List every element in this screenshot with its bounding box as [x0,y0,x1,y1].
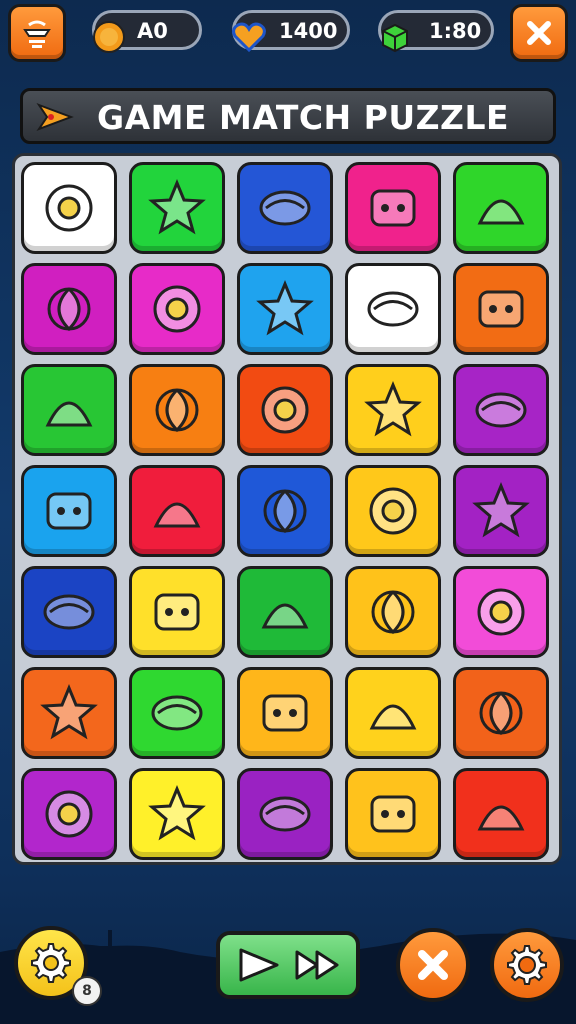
restart-button[interactable] [490,928,564,1002]
lipstick-icon [262,694,308,732]
ship-menu-icon [23,20,51,48]
tile-r1-c3[interactable] [237,162,333,254]
tile-r2-c3[interactable] [237,263,333,355]
cloud-blob-icon [47,287,91,332]
pink-pretzel-icon [472,482,530,538]
spiky-ball-icon [155,388,199,433]
blue-bird-icon [45,790,93,838]
play-icon [239,948,279,982]
tile-r6-c4[interactable] [345,667,441,759]
close-top-button[interactable] [510,4,568,62]
dice-face-icon [477,588,525,636]
tile-r5-c4[interactable] [345,566,441,658]
cookie-lollipop-icon [261,603,309,629]
tile-r2-c1[interactable] [21,263,117,355]
tile-r7-c2[interactable] [129,768,225,860]
puzzle-board [12,153,562,865]
crossed-sticks-icon [367,291,419,327]
red-box-icon [40,684,98,740]
close-x-icon [418,950,448,980]
gems-value: 1:80 [429,19,482,43]
tile-r5-c5[interactable] [453,566,549,658]
tile-r5-c2[interactable] [129,566,225,658]
settings-badge: 8 [72,976,102,1006]
flowers-icon [45,184,93,232]
tile-r1-c2[interactable] [129,162,225,254]
cube-icon [382,23,408,53]
arrow-flag-icon [36,102,74,132]
swirl-bubble-icon [45,401,93,427]
tile-r6-c5[interactable] [453,667,549,759]
green-c-icon [151,695,203,731]
tile-r2-c5[interactable] [453,263,549,355]
ring-fruit-icon [153,285,201,333]
title-bar: GAME MATCH PUZZLE [20,88,556,144]
coins-value: A0 [137,19,168,43]
restart-gear-icon [507,945,547,985]
fast-forward-icon [295,950,339,980]
blue-fruit-icon [153,502,201,528]
game-title: GAME MATCH PUZZLE [97,98,510,137]
tile-r2-c4[interactable] [345,263,441,355]
tile-r4-c2[interactable] [129,465,225,557]
star-face-icon [148,179,206,235]
tile-r6-c3[interactable] [237,667,333,759]
sunflower-icon [46,492,92,530]
tile-r7-c5[interactable] [453,768,549,860]
pink-hook-icon [263,489,307,534]
play-next-button[interactable] [216,931,360,999]
tile-r7-c1[interactable] [21,768,117,860]
crayon-icon [256,280,314,336]
tile-r6-c2[interactable] [129,667,225,759]
coin-icon [93,21,125,53]
domino-icon [478,290,524,328]
green-bubbles-icon [479,691,523,736]
tile-r1-c4[interactable] [345,162,441,254]
bell-flower-icon [261,386,309,434]
tile-r2-c2[interactable] [129,263,225,355]
yellow-lemon-icon [259,796,311,832]
tile-r6-c1[interactable] [21,667,117,759]
tile-r4-c3[interactable] [237,465,333,557]
red-leaf-icon [43,594,95,630]
settings-gear-icon [31,943,71,983]
tile-r3-c4[interactable] [345,364,441,456]
close-button[interactable] [396,928,470,1002]
top-bar: A0 1400 1:80 [0,0,576,66]
leaf-swirl-icon [259,190,311,226]
heart-icon [232,22,266,53]
menu-button[interactable] [8,4,66,62]
spiral-icon [477,199,525,225]
tile-r3-c1[interactable] [21,364,117,456]
planet-ball-icon [369,487,417,535]
tile-r3-c3[interactable] [237,364,333,456]
star-emoji-icon [475,392,527,428]
gems-counter: 1:80 [378,10,494,53]
tile-r5-c3[interactable] [237,566,333,658]
green-leaf-fork-icon [477,805,525,831]
paper-plane-icon [371,590,415,635]
coins-counter: A0 [92,10,202,53]
tile-r3-c2[interactable] [129,364,225,456]
fish-ball-icon [370,189,416,227]
tile-r1-c1[interactable] [21,162,117,254]
rainbow-swirl-icon [154,593,200,631]
lives-counter: 1400 [232,10,350,53]
lives-value: 1400 [279,19,338,43]
tile-r3-c5[interactable] [453,364,549,456]
tile-r4-c1[interactable] [21,465,117,557]
red-sun-face-icon [364,381,422,437]
tile-r5-c1[interactable] [21,566,117,658]
carrot-icon [370,795,416,833]
close-icon [527,21,551,45]
tile-r4-c4[interactable] [345,465,441,557]
tile-r1-c5[interactable] [453,162,549,254]
feather-pen-icon [148,785,206,841]
tile-r7-c3[interactable] [237,768,333,860]
pink-whale-icon [369,704,417,730]
tile-r4-c5[interactable] [453,465,549,557]
tile-r7-c4[interactable] [345,768,441,860]
